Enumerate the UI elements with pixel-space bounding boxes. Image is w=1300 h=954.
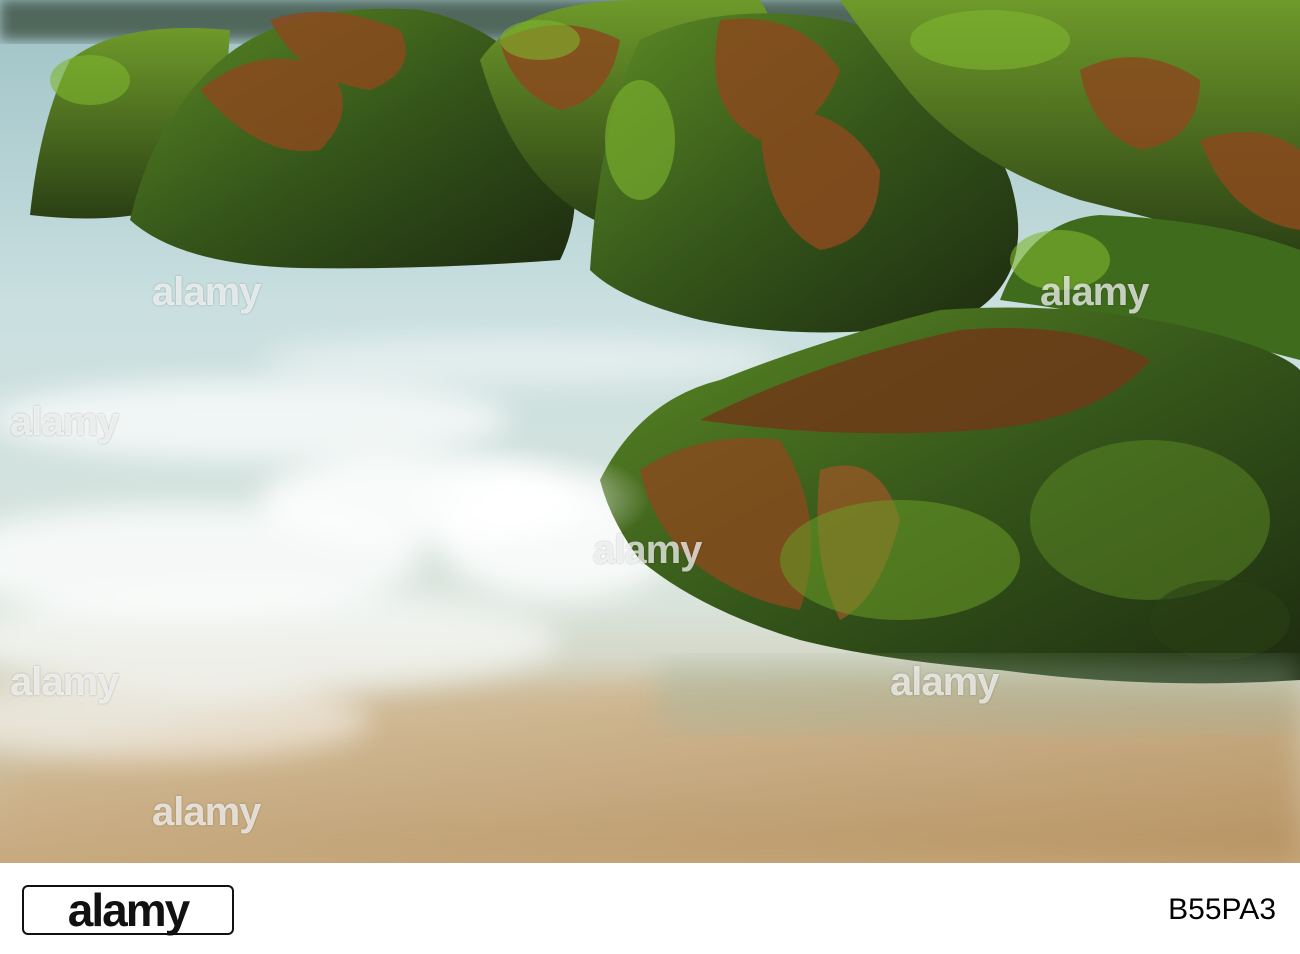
image-id: B55PA3 — [1168, 893, 1276, 926]
watermark: alamy — [593, 528, 702, 572]
logo-text: alamy — [67, 884, 190, 936]
watermark: alamy — [10, 400, 119, 444]
photo-canvas — [0, 0, 1300, 863]
watermark: alamy — [10, 660, 119, 704]
watermark: alamy — [1040, 270, 1149, 314]
photo: alamy alamy alamy alamy alamy alamy alam… — [0, 0, 1300, 863]
watermark: alamy — [890, 660, 999, 704]
footer-bar: alamy B55PA3 — [0, 863, 1300, 954]
watermark: alamy — [152, 790, 261, 834]
watermark: alamy — [152, 270, 261, 314]
alamy-logo[interactable]: alamy — [22, 884, 234, 936]
